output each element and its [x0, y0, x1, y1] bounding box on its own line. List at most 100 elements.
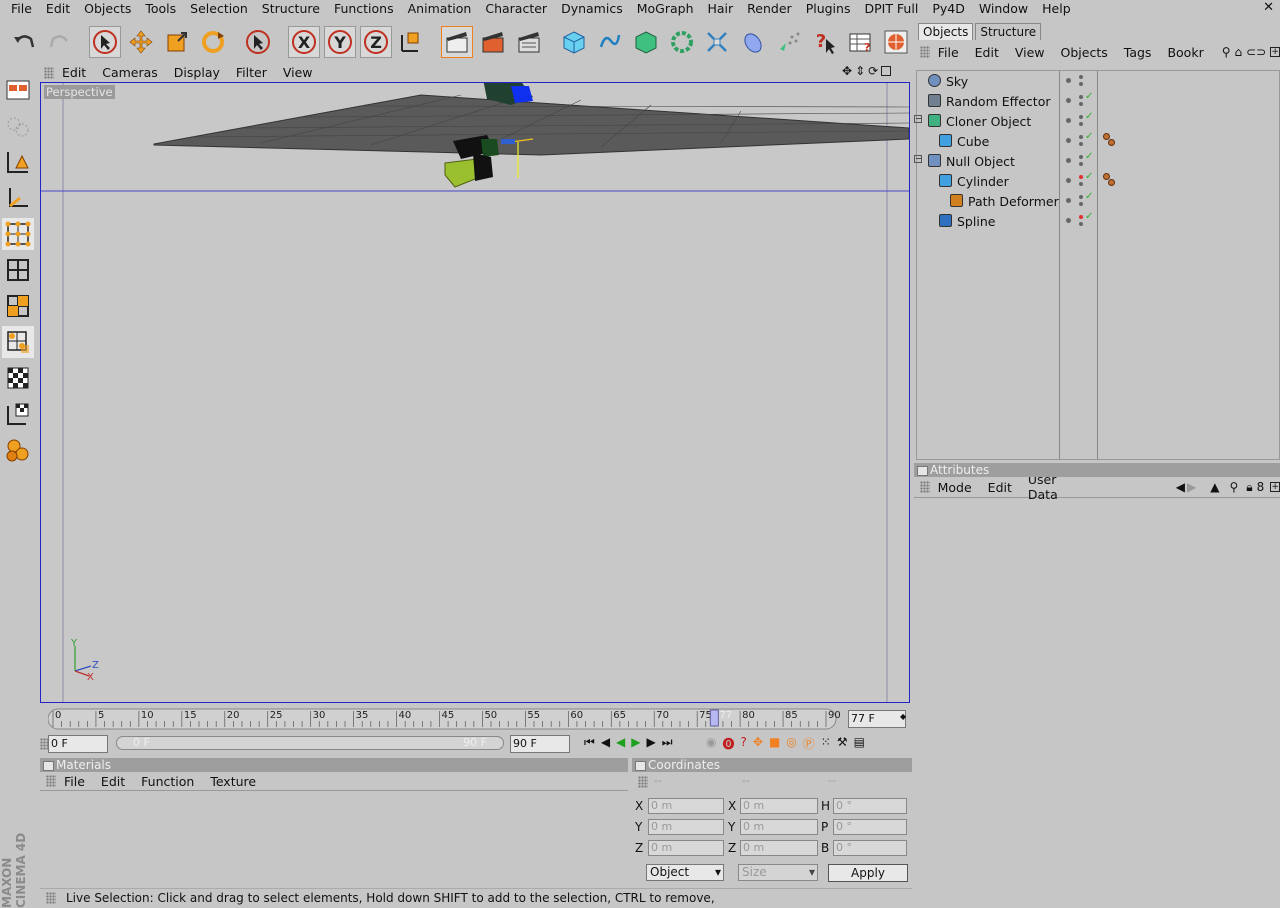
editor-visibility-dot[interactable] — [1066, 158, 1071, 163]
enabled-check-icon[interactable]: ✓ — [1085, 151, 1093, 162]
menu-help[interactable]: Help — [1035, 0, 1078, 17]
render-visibility-dot[interactable] — [1079, 162, 1083, 166]
enabled-check-icon[interactable]: ✓ — [1085, 131, 1093, 142]
rotate-button[interactable] — [197, 26, 229, 58]
help-button[interactable]: ? — [809, 26, 841, 58]
render-settings-button[interactable] — [513, 26, 545, 58]
new-window-icon[interactable]: + — [1270, 47, 1280, 57]
enabled-check-icon[interactable]: ✓ — [1085, 211, 1093, 222]
size-z-field[interactable]: 0 m — [740, 840, 818, 856]
viewport-menu-display[interactable]: Display — [166, 65, 228, 80]
material-tag-icon[interactable] — [1103, 173, 1115, 187]
polygons-mode-button[interactable] — [2, 290, 34, 322]
menu-hair[interactable]: Hair — [701, 0, 741, 17]
enabled-check-icon[interactable]: ✓ — [1085, 171, 1093, 182]
rot-h-field[interactable]: 0 ° — [833, 798, 907, 814]
step-forward-icon[interactable]: ▶ — [647, 735, 656, 750]
editor-visibility-dot[interactable] — [1066, 198, 1071, 203]
object-name[interactable]: Cloner Object — [946, 114, 1031, 129]
current-frame-field[interactable]: 77 F — [848, 710, 906, 728]
object-name[interactable]: Random Effector — [946, 94, 1051, 109]
timeline-window-icon[interactable]: ▤ — [854, 735, 865, 752]
z-axis-button[interactable]: Z — [359, 26, 392, 58]
key-points-icon[interactable]: ⁙ — [821, 735, 831, 752]
scale-button[interactable] — [161, 26, 193, 58]
menu-py4d[interactable]: Py4D — [925, 0, 972, 17]
timeline-tools-icon[interactable]: ⚒ — [837, 735, 848, 752]
x-axis-button[interactable]: X — [288, 26, 320, 58]
apply-button[interactable]: Apply — [828, 864, 908, 882]
render-visibility-dot[interactable] — [1079, 122, 1083, 126]
menu-window[interactable]: Window — [972, 0, 1035, 17]
make-editable-button[interactable] — [2, 110, 34, 142]
up-arrow-icon[interactable]: ▲ — [1210, 480, 1219, 494]
search-icon[interactable]: ⚲ — [1222, 45, 1231, 59]
size-x-field[interactable]: 0 m — [740, 798, 818, 814]
scene-button[interactable] — [737, 26, 769, 58]
object-row[interactable]: − Cloner Object ✓ — [914, 111, 1279, 131]
goto-start-icon[interactable]: ⏮ — [584, 735, 595, 750]
menu-plugins[interactable]: Plugins — [799, 0, 858, 17]
coordinate-system-button[interactable] — [396, 26, 428, 58]
editor-visibility-dot[interactable] — [1066, 218, 1071, 223]
last-tool-button[interactable] — [243, 26, 275, 58]
menu-functions[interactable]: Functions — [327, 0, 401, 17]
key-rotation-icon[interactable]: ◎ — [786, 735, 796, 752]
editor-layout-button[interactable] — [2, 74, 34, 106]
object-name[interactable]: Cube — [957, 134, 989, 149]
attributes-menu-mode[interactable]: Mode — [930, 480, 980, 495]
objects-menu-file[interactable]: File — [930, 45, 967, 60]
menu-structure[interactable]: Structure — [255, 0, 327, 17]
attributes-menu-edit[interactable]: Edit — [980, 480, 1020, 495]
menu-dpit[interactable]: DPIT Full — [857, 0, 925, 17]
rot-b-field[interactable]: 0 ° — [833, 840, 907, 856]
pos-x-field[interactable]: 0 m — [648, 798, 724, 814]
coordinate-mode-select[interactable]: Object ▾ — [646, 864, 724, 881]
material-tag-icon[interactable] — [1103, 133, 1115, 147]
tab-objects[interactable]: Objects — [918, 23, 974, 40]
editor-visibility-dot[interactable] — [1066, 178, 1071, 183]
pos-y-field[interactable]: 0 m — [648, 819, 724, 835]
object-row[interactable]: Path Deformer ✓ — [917, 191, 1279, 211]
key-scale-icon[interactable]: ■ — [769, 735, 780, 752]
materials-area[interactable] — [40, 790, 628, 884]
current-frame-marker[interactable] — [709, 709, 719, 727]
render-visibility-dot[interactable] — [1079, 135, 1083, 139]
back-arrow-icon[interactable]: ◀ — [1176, 480, 1185, 494]
editor-visibility-dot[interactable] — [1066, 98, 1071, 103]
maximize-view-icon[interactable] — [881, 66, 892, 76]
play-forward-icon[interactable]: ▶ — [631, 735, 640, 750]
collapse-icon[interactable]: − — [914, 115, 922, 123]
object-name[interactable]: Null Object — [946, 154, 1015, 169]
rotate-view-icon[interactable]: ⟳ — [868, 64, 878, 78]
model-tool-button[interactable] — [2, 146, 34, 178]
move-view-icon[interactable]: ✥ — [842, 64, 852, 78]
render-visibility-dot[interactable] — [1079, 195, 1083, 199]
render-visibility-dot[interactable] — [1079, 182, 1083, 186]
close-icon[interactable]: ✕ — [1263, 0, 1274, 15]
objects-menu-tags[interactable]: Tags — [1116, 45, 1160, 60]
render-visibility-dot[interactable] — [1079, 155, 1083, 159]
start-frame-field[interactable]: 0 F — [48, 735, 108, 753]
record-icon[interactable]: ⓿ — [722, 735, 734, 752]
spline-button[interactable] — [594, 26, 626, 58]
key-position-icon[interactable]: ✥ — [753, 735, 763, 752]
collapse-icon[interactable]: − — [914, 155, 922, 163]
render-visibility-dot[interactable] — [1079, 75, 1083, 79]
size-mode-select[interactable]: Size ▾ — [738, 864, 818, 881]
viewport-menu-view[interactable]: View — [275, 65, 321, 80]
objects-menu-view[interactable]: View — [1007, 45, 1053, 60]
record-disabled-icon[interactable]: ◉ — [706, 735, 716, 752]
object-name[interactable]: Cylinder — [957, 174, 1009, 189]
frame-stepper-icon[interactable]: ◆ — [900, 712, 906, 721]
render-visibility-dot[interactable] — [1079, 95, 1083, 99]
menu-dynamics[interactable]: Dynamics — [554, 0, 630, 17]
browser-button[interactable] — [880, 26, 912, 58]
menu-render[interactable]: Render — [740, 0, 799, 17]
materials-menu-texture[interactable]: Texture — [202, 774, 264, 789]
menu-mograph[interactable]: MoGraph — [630, 0, 701, 17]
zoom-view-icon[interactable]: ⇕ — [855, 64, 865, 78]
goto-end-icon[interactable]: ⏭ — [662, 735, 673, 750]
layout-button[interactable]: ? — [845, 26, 877, 58]
link-icon[interactable]: ⊂⊃ — [1246, 45, 1266, 59]
